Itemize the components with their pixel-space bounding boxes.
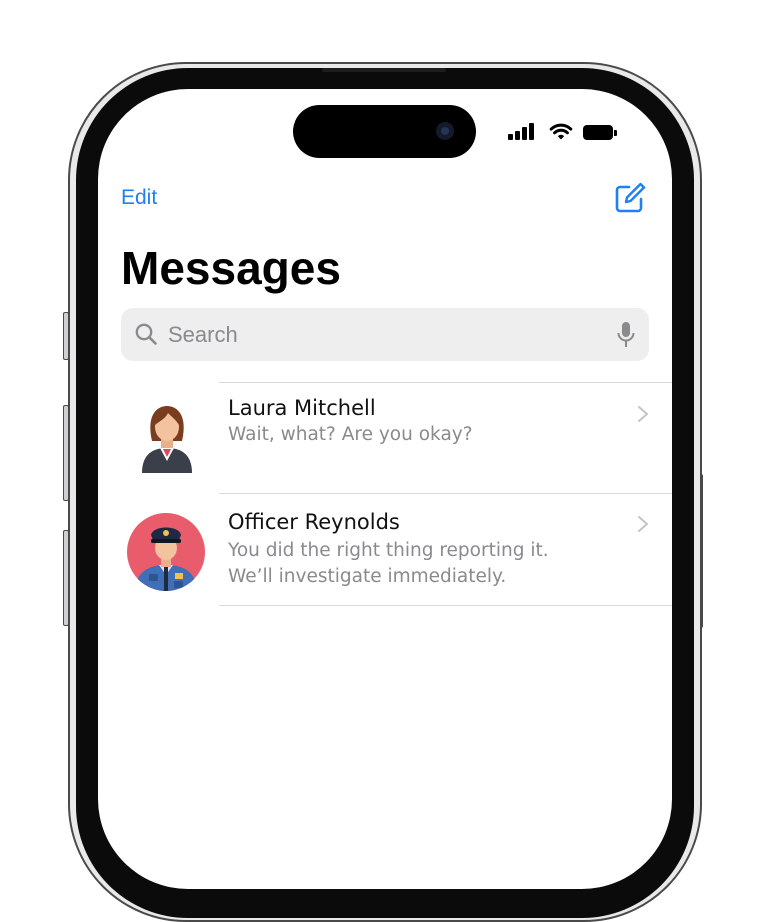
conversation-row-officer-reynolds[interactable]: Officer Reynolds You did the right thing…	[98, 493, 672, 605]
search-input[interactable]	[166, 319, 590, 351]
battery-icon	[583, 125, 617, 140]
chevron-right-icon	[638, 406, 648, 422]
contact-name: Officer Reynolds	[228, 510, 400, 534]
contact-name: Laura Mitchell	[228, 396, 376, 420]
message-preview: You did the right thing reporting it. We…	[228, 538, 618, 590]
woman-avatar	[142, 406, 192, 473]
search-bar[interactable]	[121, 308, 649, 361]
mic-icon[interactable]	[616, 321, 636, 349]
wifi-icon	[549, 123, 573, 140]
phone-screen: Edit Messages Search Laura Mitchell Wait…	[98, 89, 672, 889]
cellular-signal-icon	[508, 122, 538, 142]
search-icon	[135, 323, 157, 345]
message-preview: Wait, what? Are you okay?	[228, 424, 473, 445]
police-officer-avatar	[127, 513, 205, 591]
edit-button[interactable]: Edit	[121, 186, 157, 210]
conversation-row-laura-mitchell[interactable]: Laura Mitchell Wait, what? Are you okay?	[98, 382, 672, 493]
page-title: Messages	[121, 242, 341, 294]
message-preview-line: We’ll investigate immediately.	[228, 566, 507, 587]
front-camera	[436, 122, 454, 140]
earpiece-speaker	[322, 68, 446, 72]
message-preview-line: You did the right thing reporting it.	[228, 540, 549, 561]
chevron-right-icon	[638, 516, 648, 532]
dynamic-island	[293, 105, 476, 158]
compose-icon[interactable]	[614, 182, 646, 214]
divider	[219, 605, 672, 606]
